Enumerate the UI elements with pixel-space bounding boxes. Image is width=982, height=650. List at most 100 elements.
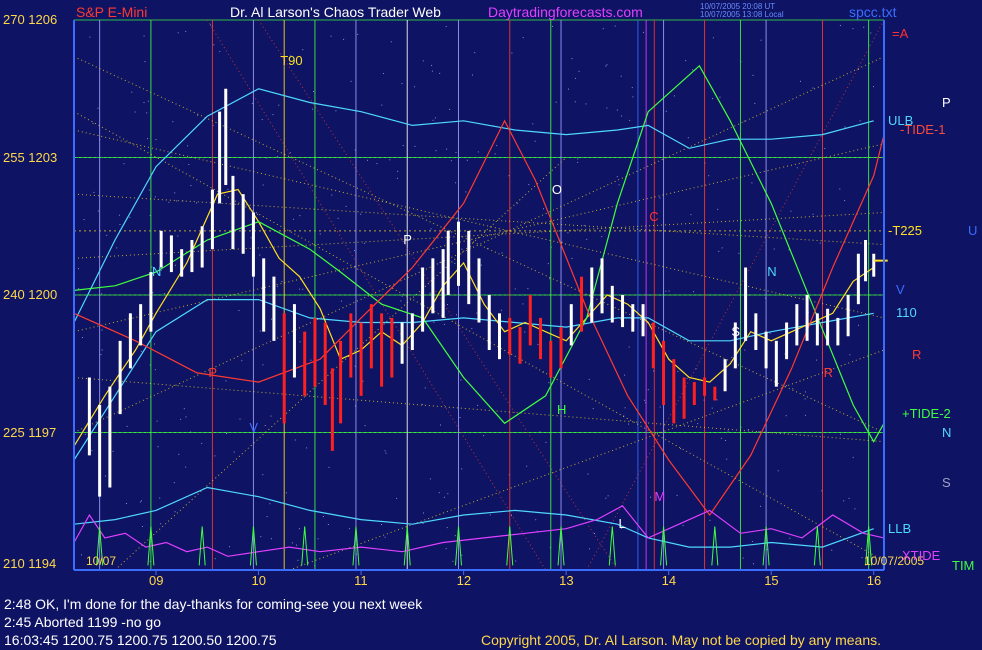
background-dot (693, 291, 694, 293)
background-dot (831, 549, 833, 551)
background-dot (431, 70, 433, 72)
background-dot (306, 447, 308, 449)
background-dot (452, 560, 454, 562)
background-dot (163, 293, 165, 295)
background-dot (552, 25, 553, 27)
background-dot (331, 194, 333, 196)
background-dot (257, 213, 258, 215)
background-dot (618, 184, 620, 186)
background-dot (676, 494, 678, 496)
background-dot (384, 450, 386, 452)
background-dot (754, 102, 756, 104)
background-dot (605, 497, 607, 499)
y-tick-label: 225 1197 (3, 424, 57, 440)
background-dot (454, 262, 456, 264)
background-dot (571, 58, 573, 60)
background-dot (430, 228, 432, 230)
background-dot (156, 420, 158, 422)
background-dot (302, 288, 304, 290)
background-dot (854, 508, 856, 510)
background-dot (302, 49, 304, 51)
background-dot (455, 182, 457, 184)
background-dot (235, 203, 237, 205)
right-label: -TIDE-1 (900, 122, 946, 137)
background-dot (83, 219, 85, 220)
chart-annotation: R (823, 364, 833, 380)
background-dot (719, 96, 721, 98)
background-dot (439, 72, 441, 74)
x-tick-label: 15 (764, 573, 779, 588)
background-dot (804, 398, 806, 400)
site-link[interactable]: Daytradingforecasts.com (488, 4, 643, 20)
background-dot (511, 515, 512, 517)
y-tick-label: 210 1194 (3, 556, 57, 571)
chart-annotation: T90 (280, 53, 303, 69)
background-dot (422, 523, 424, 524)
background-dot (157, 446, 159, 448)
background-dot (173, 482, 175, 484)
background-dot (472, 74, 473, 76)
x-tick-label: 09 (149, 573, 164, 588)
background-dot (185, 30, 187, 32)
background-dot (450, 160, 452, 162)
background-dot (363, 242, 365, 244)
timestamp-local: 10/07/2005 13:08 Local (700, 10, 784, 19)
background-dot (100, 354, 102, 356)
background-dot (545, 441, 547, 443)
background-dot (708, 175, 710, 177)
background-dot (213, 44, 215, 46)
background-dot (839, 188, 841, 190)
background-dot (159, 497, 161, 499)
background-dot (474, 52, 476, 54)
right-label: V (896, 282, 905, 298)
background-dot (859, 120, 861, 122)
background-dot (524, 331, 526, 333)
background-dot (414, 145, 416, 147)
right-label: +TIDE-2 (902, 406, 951, 422)
background-dot (620, 115, 622, 117)
background-dot (271, 318, 272, 320)
background-dot (168, 201, 170, 203)
background-dot (443, 496, 445, 498)
background-dot (262, 184, 264, 186)
background-dot (816, 359, 818, 361)
background-dot (78, 288, 80, 290)
background-dot (210, 24, 211, 26)
background-dot (434, 117, 436, 119)
background-dot (270, 538, 272, 540)
background-dot (141, 500, 142, 502)
background-dot (687, 137, 689, 139)
background-dot (668, 290, 670, 292)
background-dot (322, 516, 324, 517)
background-dot (148, 189, 150, 191)
background-dot (276, 156, 278, 158)
background-dot (543, 208, 544, 210)
background-dot (297, 559, 299, 561)
background-dot (89, 36, 91, 38)
right-label: N (942, 424, 952, 440)
background-dot (647, 389, 649, 391)
chart-annotation: S (731, 323, 740, 339)
background-dot (225, 380, 227, 382)
background-dot (376, 163, 378, 165)
background-dot (555, 101, 557, 103)
background-dot (432, 119, 434, 121)
background-dot (335, 110, 337, 112)
chart-annotation: L (618, 516, 626, 532)
background-dot (548, 382, 550, 384)
data-file-name: spcc.txt (849, 4, 897, 20)
background-dot (578, 70, 580, 72)
background-dot (350, 80, 352, 82)
background-dot (549, 278, 551, 280)
background-dot (97, 210, 99, 212)
background-dot (177, 235, 179, 237)
copyright: Copyright 2005, Dr. Al Larson. May not b… (481, 632, 882, 648)
right-label: XTIDE (902, 548, 941, 564)
background-dot (711, 407, 713, 409)
background-dot (466, 159, 468, 161)
background-dot (561, 241, 563, 243)
background-dot (445, 26, 447, 27)
background-dot (445, 548, 447, 550)
background-dot (511, 52, 513, 54)
right-label: U (968, 222, 978, 238)
